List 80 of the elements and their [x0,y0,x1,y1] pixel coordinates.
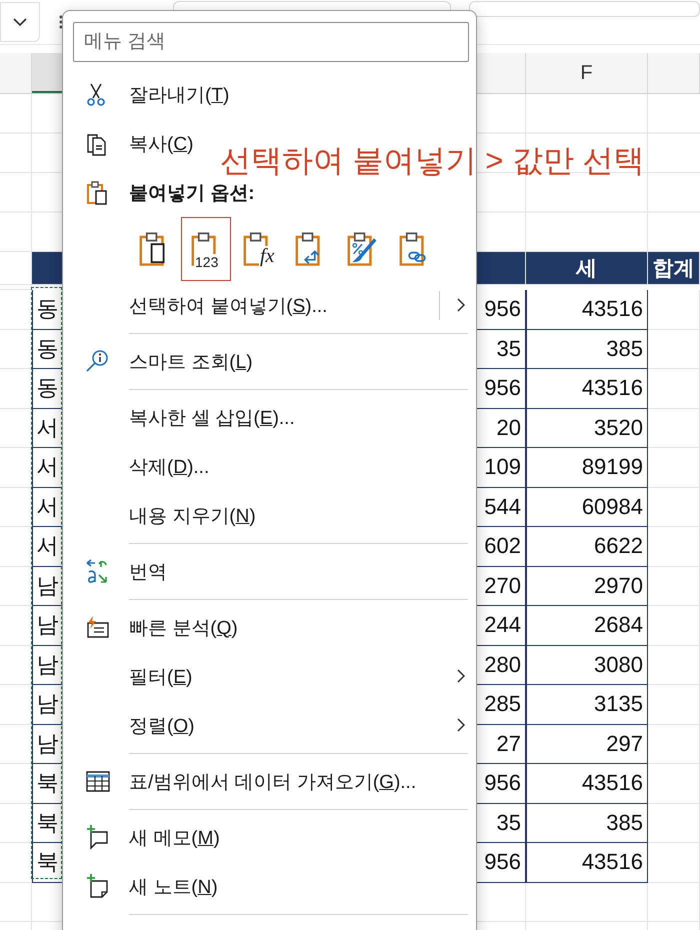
table-cell: 385 [526,804,648,843]
paste-formatting-icon [345,231,379,267]
menu-item[interactable]: 필터(E) [73,652,468,701]
grid-cell [648,606,700,646]
menu-item[interactable]: 표/범위에서 데이터 가져오기(G)... [73,757,416,806]
split-divider [439,291,440,320]
header-cell: 합계 [648,252,700,285]
table-cell: 3080 [526,646,648,685]
grid-cell [648,646,700,685]
menu-item[interactable]: 스마트 조회(L) [73,337,253,386]
grip-icon [59,15,63,29]
quick-analysis-icon [85,614,111,640]
grid-cell [648,764,700,804]
grid-cell [648,488,700,527]
menu-item[interactable]: 복사한 셀 삽입(E)... [73,393,295,442]
grid-cell [648,330,700,369]
grid-cell [0,882,32,922]
grid-cell [648,527,700,566]
grid-cell [0,724,32,764]
grid-cell [0,566,32,606]
column-header[interactable]: F [526,53,648,93]
table-cell: 3520 [526,408,648,448]
grid-cell [0,764,32,804]
menu-item[interactable]: 복사(C) [73,119,194,168]
grid-cell [648,290,700,330]
table-icon [85,768,111,794]
menu-item[interactable]: 번역 [73,547,167,596]
table-cell: 43516 [526,843,648,882]
grid-cell [648,882,700,922]
menu-item[interactable]: 새 노트(N) [73,862,218,911]
table-cell: 6622 [526,527,648,566]
menu-item[interactable]: 정렬(O) [73,701,468,750]
grid-cell [648,843,700,882]
grid-cell [0,804,32,843]
grid-cell [0,606,32,646]
table-cell: 2684 [526,606,648,646]
chevron-right-icon [457,298,465,312]
grid-cell [0,330,32,369]
chevron-right-icon [457,669,465,683]
menu-item[interactable]: 삭제(D)... [73,442,210,491]
menu-item[interactable]: 빠른 분석(Q) [73,603,238,652]
paste-option-button[interactable]: fx [233,217,283,281]
grid-cell [0,408,32,448]
header-cell: 세 [526,252,648,285]
paste-option-button[interactable]: 123 [181,217,231,281]
search-field[interactable]: 메뉴 검색 [73,22,469,62]
menu-item[interactable]: 잘라내기(T) [73,70,230,119]
chevron-down-icon [13,18,27,26]
chevron-right-icon [457,718,465,732]
grid-cell [648,724,700,764]
table-cell: 43516 [526,764,648,804]
grid-cell [648,804,700,843]
grid-cell [648,408,700,448]
grid-cell [0,843,32,882]
table-cell: 43516 [526,290,648,330]
grid-cell [648,566,700,606]
table-cell: 297 [526,724,648,764]
menu-item[interactable]: 내용 지우기(N) [73,491,256,540]
table-cell: 2970 [526,566,648,606]
menu-item[interactable]: 새 메모(M) [73,813,220,862]
grid-cell [648,685,700,724]
grid-cell [0,488,32,527]
grid-cell [648,369,700,408]
grid-cell [0,369,32,408]
grid-cell [0,448,32,488]
table-cell: 43516 [526,369,648,408]
menu-item[interactable]: 선택하여 붙여넣기(S)... [73,281,468,330]
grid-cell [0,527,32,566]
table-cell: 89199 [526,448,648,488]
grid-cell [648,448,700,488]
table-cell: 60984 [526,488,648,527]
table-cell: 385 [526,330,648,369]
grid-cell [0,685,32,724]
column-header[interactable] [32,53,63,93]
header-cell [474,252,526,285]
annotation-text: 선택하여 붙여넣기 > 값만 선택 [220,145,645,176]
grid-cell [0,290,32,330]
header-cell [32,252,63,285]
section-heading: 붙여넣기 옵션: [129,182,255,206]
table-cell: 3135 [526,685,648,724]
